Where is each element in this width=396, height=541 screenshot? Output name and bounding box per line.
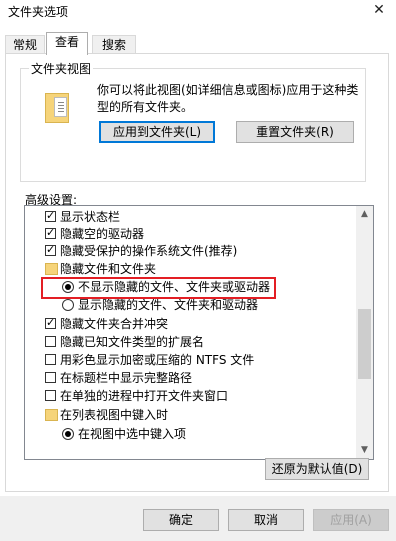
list-item-label: 用彩色显示加密或压缩的 NTFS 文件 [60, 353, 255, 367]
ok-button[interactable]: 确定 [143, 509, 219, 531]
scroll-up-icon[interactable]: ▲ [356, 206, 373, 223]
folder-views-legend: 文件夹视图 [31, 62, 92, 76]
radio-button[interactable] [62, 428, 74, 440]
folder-views-icon [45, 93, 69, 123]
list-item-label: 隐藏已知文件类型的扩展名 [60, 335, 205, 349]
list-item-label: 显示状态栏 [60, 210, 121, 224]
checkbox[interactable] [45, 390, 56, 401]
apply-to-folders-button[interactable]: 应用到文件夹(L) [99, 121, 215, 143]
checkbox[interactable] [45, 243, 56, 256]
list-item-label: 在标题栏中显示完整路径 [60, 371, 193, 385]
reset-folders-button[interactable]: 重置文件夹(R) [236, 121, 354, 143]
dialog-footer: 确定 取消 应用(A) [0, 496, 396, 541]
checkbox[interactable] [45, 209, 56, 222]
checkbox[interactable] [45, 354, 56, 365]
list-item-label: 隐藏受保护的操作系统文件(推荐) [60, 244, 238, 258]
tab-general[interactable]: 常规 [5, 35, 45, 54]
annotation-highlight-box [41, 277, 276, 299]
folder-icon [45, 263, 58, 275]
list-group-label: 隐藏文件和文件夹 [60, 262, 157, 276]
advanced-settings-list[interactable]: 显示状态栏 隐藏空的驱动器 隐藏受保护的操作系统文件(推荐) 隐藏文件和文件夹 … [24, 205, 374, 460]
apply-button[interactable]: 应用(A) [313, 509, 389, 531]
close-icon[interactable]: ✕ [368, 0, 390, 20]
checkbox[interactable] [45, 316, 56, 329]
checkbox[interactable] [45, 372, 56, 383]
checkbox[interactable] [45, 226, 56, 239]
tab-search[interactable]: 搜索 [92, 35, 136, 54]
radio-button[interactable] [62, 299, 74, 311]
window-title: 文件夹选项 [8, 5, 69, 19]
list-item-label: 显示隐藏的文件、文件夹和驱动器 [78, 298, 259, 312]
title-bar: 文件夹选项 ✕ [0, 0, 396, 22]
checkbox[interactable] [45, 336, 56, 347]
list-item-label: 隐藏空的驱动器 [60, 227, 145, 241]
list-group-label: 在列表视图中键入时 [60, 408, 169, 422]
list-item-label: 在单独的进程中打开文件夹窗口 [60, 389, 229, 403]
list-item-label: 隐藏文件夹合并冲突 [60, 317, 169, 331]
restore-defaults-button[interactable]: 还原为默认值(D) [265, 458, 369, 480]
vertical-scrollbar[interactable]: ▲ ▼ [356, 206, 373, 459]
folder-views-description: 你可以将此视图(如详细信息或图标)应用于这种类型的所有文件夹。 [97, 83, 359, 114]
tab-view[interactable]: 查看 [46, 32, 88, 55]
cancel-button[interactable]: 取消 [228, 509, 304, 531]
list-item-label: 在视图中选中键入项 [78, 427, 187, 441]
folder-icon [45, 409, 58, 421]
scrollbar-thumb[interactable] [358, 309, 371, 379]
scroll-down-icon[interactable]: ▼ [356, 442, 373, 459]
